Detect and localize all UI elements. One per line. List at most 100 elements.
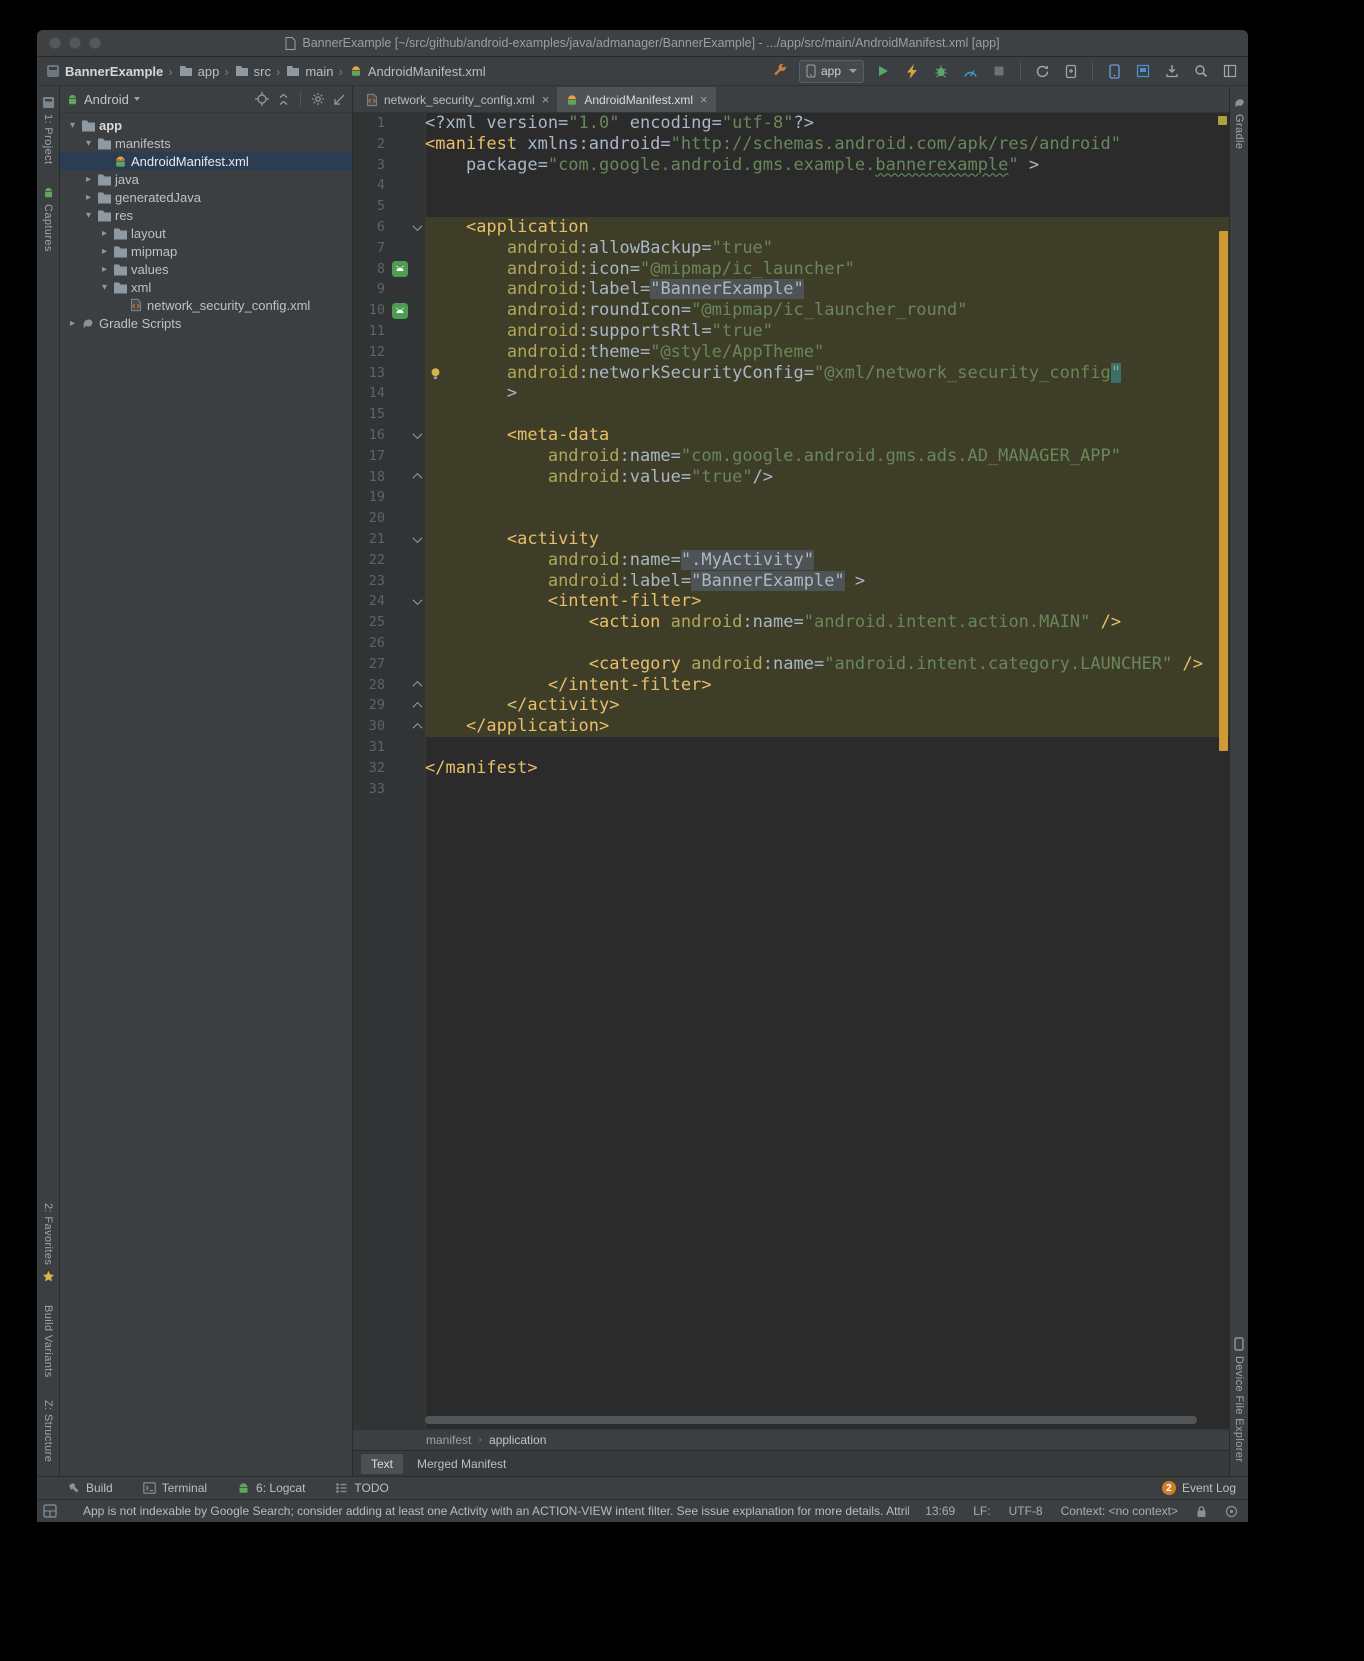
- launcher-preview-icon[interactable]: [389, 259, 410, 280]
- code-line[interactable]: android:theme="@style/AppTheme": [425, 342, 1229, 363]
- breadcrumb-application[interactable]: application: [489, 1433, 546, 1447]
- tree-item[interactable]: network_security_config.xml: [60, 296, 352, 314]
- caret-position[interactable]: 13:69: [925, 1504, 955, 1518]
- run-icon[interactable]: [873, 61, 893, 81]
- code-line[interactable]: [425, 175, 1229, 196]
- line-number[interactable]: 1: [353, 113, 389, 134]
- fold-marker-icon[interactable]: [410, 591, 425, 612]
- close-icon[interactable]: ×: [700, 92, 708, 107]
- editor[interactable]: 1<?xml version="1.0" encoding="utf-8"?>2…: [353, 113, 1229, 1429]
- breadcrumb-project[interactable]: BannerExample: [65, 64, 163, 79]
- line-number[interactable]: 14: [353, 383, 389, 404]
- expand-arrow-icon[interactable]: ▸: [66, 318, 79, 329]
- search-everywhere-icon[interactable]: [1191, 61, 1211, 81]
- code-line[interactable]: android:name="com.google.android.gms.ads…: [425, 446, 1229, 467]
- toolbar-todo[interactable]: TODO: [335, 1481, 388, 1495]
- line-number[interactable]: 9: [353, 279, 389, 300]
- toolbar-logcat[interactable]: 6: Logcat: [237, 1481, 305, 1495]
- code-line[interactable]: >: [425, 383, 1229, 404]
- toolstripe-favorites[interactable]: 2: Favorites: [42, 1203, 55, 1283]
- code-line[interactable]: android:name=".MyActivity": [425, 550, 1229, 571]
- line-number[interactable]: 11: [353, 321, 389, 342]
- line-number[interactable]: 10: [353, 300, 389, 321]
- line-number[interactable]: 18: [353, 467, 389, 488]
- line-separator[interactable]: LF:: [973, 1504, 990, 1518]
- expand-arrow-icon[interactable]: ▸: [82, 174, 95, 185]
- line-number[interactable]: 19: [353, 487, 389, 508]
- line-number[interactable]: 8: [353, 259, 389, 280]
- close-window-button[interactable]: [49, 37, 61, 49]
- tree-item[interactable]: ▸mipmap: [60, 242, 352, 260]
- code-line[interactable]: android:value="true"/>: [425, 467, 1229, 488]
- tab-android-manifest[interactable]: AndroidManifest.xml ×: [557, 87, 715, 112]
- tree-item[interactable]: ▸java: [60, 170, 352, 188]
- locate-icon[interactable]: [255, 92, 269, 106]
- project-view-selector[interactable]: Android: [84, 92, 129, 107]
- status-message[interactable]: App is not indexable by Google Search; c…: [83, 1504, 909, 1518]
- fold-marker-icon[interactable]: [410, 695, 425, 716]
- toolstripe-structure[interactable]: Z: Structure: [42, 1400, 54, 1462]
- code-line[interactable]: android:label="BannerExample": [425, 279, 1229, 300]
- avd-manager-icon[interactable]: [1104, 61, 1124, 81]
- apply-changes-icon[interactable]: [902, 61, 922, 81]
- code-line[interactable]: [425, 196, 1229, 217]
- fold-marker-icon[interactable]: [410, 529, 425, 550]
- expand-arrow-icon[interactable]: ▾: [98, 282, 111, 293]
- line-number[interactable]: 3: [353, 155, 389, 176]
- line-number[interactable]: 26: [353, 633, 389, 654]
- build-wrench-icon[interactable]: [770, 61, 790, 81]
- line-number[interactable]: 12: [353, 342, 389, 363]
- expand-arrow-icon[interactable]: ▸: [98, 228, 111, 239]
- horizontal-scrollbar[interactable]: [425, 1416, 1213, 1424]
- line-number[interactable]: 13: [353, 363, 389, 384]
- line-number[interactable]: 15: [353, 404, 389, 425]
- tree-item[interactable]: ▾res: [60, 206, 352, 224]
- expand-arrow-icon[interactable]: ▸: [98, 264, 111, 275]
- toolstripe-build-variants[interactable]: Build Variants: [42, 1305, 54, 1378]
- settings-gear-icon[interactable]: [311, 92, 325, 106]
- expand-arrow-icon[interactable]: ▸: [98, 246, 111, 257]
- code-line[interactable]: android:roundIcon="@mipmap/ic_launcher_r…: [425, 300, 1229, 321]
- code-line[interactable]: package="com.google.android.gms.example.…: [425, 155, 1229, 176]
- collapse-all-icon[interactable]: [277, 93, 290, 106]
- line-number[interactable]: 5: [353, 196, 389, 217]
- code-line[interactable]: </manifest>: [425, 758, 1229, 779]
- expand-arrow-icon[interactable]: ▸: [82, 192, 95, 203]
- line-number[interactable]: 6: [353, 217, 389, 238]
- tree-item[interactable]: ▸values: [60, 260, 352, 278]
- line-number[interactable]: 4: [353, 175, 389, 196]
- stop-icon[interactable]: [989, 61, 1009, 81]
- code-line[interactable]: <meta-data: [425, 425, 1229, 446]
- breadcrumb-src[interactable]: src: [254, 64, 271, 79]
- debug-icon[interactable]: [931, 61, 951, 81]
- line-number[interactable]: 33: [353, 779, 389, 800]
- fold-marker-icon[interactable]: [410, 467, 425, 488]
- launcher-preview-icon[interactable]: [389, 300, 410, 321]
- tree-item[interactable]: ▾xml: [60, 278, 352, 296]
- zoom-window-button[interactable]: [89, 37, 101, 49]
- fold-marker-icon[interactable]: [410, 217, 425, 238]
- line-number[interactable]: 24: [353, 591, 389, 612]
- tree-item[interactable]: ▸generatedJava: [60, 188, 352, 206]
- tab-text[interactable]: Text: [361, 1454, 403, 1474]
- layout-inspector-icon[interactable]: [1133, 61, 1153, 81]
- fold-marker-icon[interactable]: [410, 716, 425, 737]
- line-number[interactable]: 27: [353, 654, 389, 675]
- code-line[interactable]: <intent-filter>: [425, 591, 1229, 612]
- code-line[interactable]: [425, 487, 1229, 508]
- fold-marker-icon[interactable]: [410, 675, 425, 696]
- breadcrumb-main[interactable]: main: [305, 64, 333, 79]
- fold-marker-icon[interactable]: [410, 425, 425, 446]
- sync-project-icon[interactable]: [1032, 61, 1052, 81]
- event-log-button[interactable]: 2 Event Log: [1162, 1481, 1236, 1495]
- toolwindow-switcher-icon[interactable]: [43, 1504, 57, 1518]
- line-number[interactable]: 20: [353, 508, 389, 529]
- sdk-manager-icon[interactable]: [1162, 61, 1182, 81]
- profile-icon[interactable]: [960, 61, 980, 81]
- code-line[interactable]: android:supportsRtl="true": [425, 321, 1229, 342]
- code-line[interactable]: </intent-filter>: [425, 675, 1229, 696]
- code-line[interactable]: </application>: [425, 716, 1229, 737]
- line-number[interactable]: 31: [353, 737, 389, 758]
- code-line[interactable]: </activity>: [425, 695, 1229, 716]
- tree-item[interactable]: AndroidManifest.xml: [60, 152, 352, 170]
